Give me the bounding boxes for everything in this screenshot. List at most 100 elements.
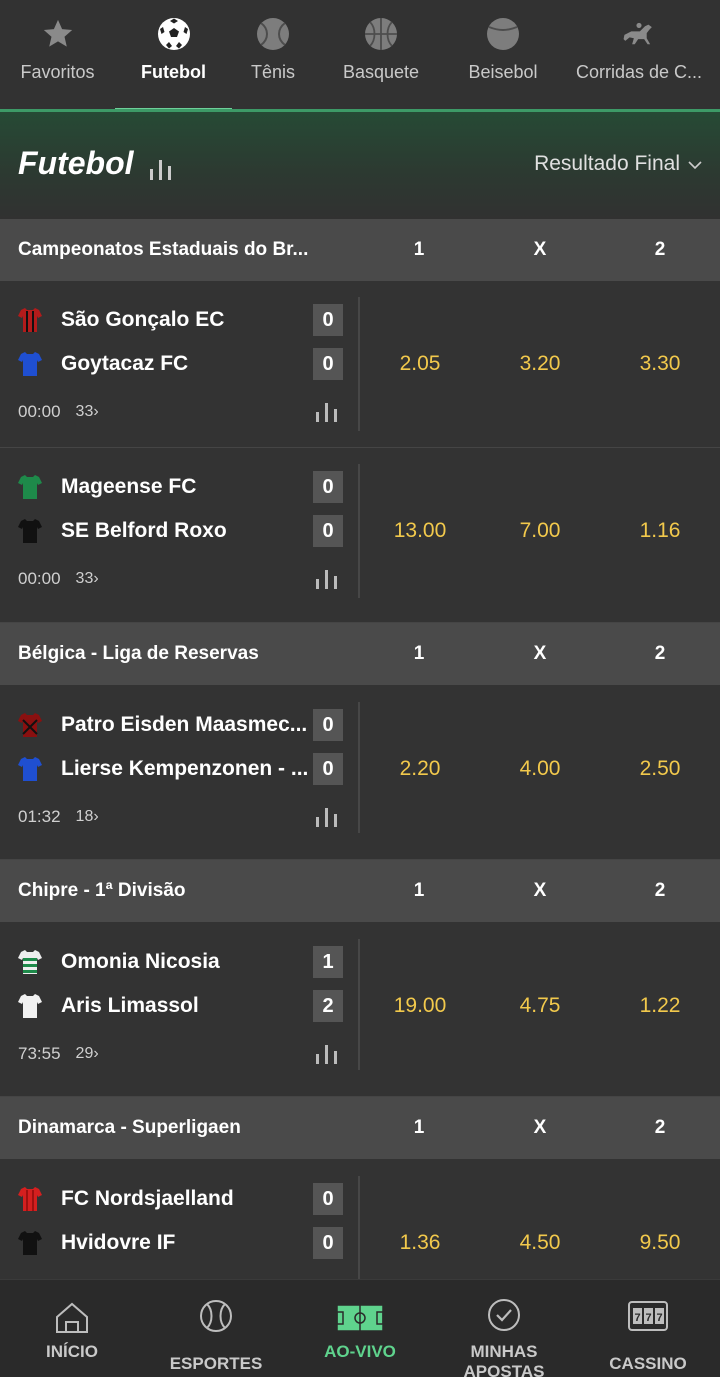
odd-away[interactable]: 2.50 xyxy=(605,757,715,781)
team-name: Omonia Nicosia xyxy=(61,950,220,973)
match-row[interactable]: São Gonçalo EC 0 Goytacaz FC 0 00:00 33›… xyxy=(0,281,720,448)
nav-inicio[interactable]: INÍCIO xyxy=(0,1280,144,1377)
team-name: Mageense FC xyxy=(61,475,197,498)
divider xyxy=(358,1176,360,1279)
home-team: Omonia Nicosia xyxy=(18,946,311,978)
tab-corridas[interactable]: Corridas de C... xyxy=(558,0,720,112)
match-time: 00:00 xyxy=(18,402,61,421)
more-markets-link[interactable]: 29› xyxy=(76,1045,99,1063)
stats-icon[interactable] xyxy=(316,569,338,594)
league-name: Campeonatos Estaduais do Br... xyxy=(18,239,309,260)
odd-draw[interactable]: 7.00 xyxy=(485,519,595,543)
stats-icon[interactable] xyxy=(316,402,338,427)
tab-label: Beisebol xyxy=(468,62,538,82)
odd-draw[interactable]: 4.75 xyxy=(485,994,595,1018)
star-icon xyxy=(40,16,76,52)
stats-icon[interactable] xyxy=(316,1044,338,1069)
match-row[interactable]: Omonia Nicosia 1 Aris Limassol 2 73:55 2… xyxy=(0,922,720,1097)
divider xyxy=(358,702,360,833)
bottom-nav: INÍCIO ESPORTES AO-VIVO MINHAS APOSTAS 77… xyxy=(0,1279,720,1377)
live-pitch-icon xyxy=(336,1300,384,1336)
team-name: SE Belford Roxo xyxy=(61,519,227,542)
odd-home[interactable]: 2.20 xyxy=(365,757,475,781)
match-row[interactable]: Patro Eisden Maasmec... 0 Lierse Kempenz… xyxy=(0,685,720,860)
nav-label: INÍCIO xyxy=(46,1342,98,1361)
stats-icon[interactable] xyxy=(149,158,173,185)
league-header[interactable]: Campeonatos Estaduais do Br... 1 X 2 xyxy=(0,219,720,281)
team-name: Hvidovre IF xyxy=(61,1231,176,1254)
divider xyxy=(358,297,360,431)
away-team: Hvidovre IF xyxy=(18,1227,311,1259)
basketball-icon xyxy=(363,16,399,52)
nav-esportes[interactable]: ESPORTES xyxy=(144,1280,288,1377)
market-select[interactable]: Resultado Final xyxy=(534,152,702,176)
nav-label: ESPORTES xyxy=(169,1354,263,1373)
horse-racing-icon xyxy=(621,16,657,52)
odd-home[interactable]: 13.00 xyxy=(365,519,475,543)
more-markets-link[interactable]: 33› xyxy=(76,403,99,421)
league-name: Chipre - 1ª Divisão xyxy=(18,880,186,901)
odd-home[interactable]: 19.00 xyxy=(365,994,475,1018)
shirt-icon xyxy=(18,474,42,500)
col-home: 1 xyxy=(413,239,425,260)
league-header[interactable]: Chipre - 1ª Divisão 1 X 2 xyxy=(0,860,720,922)
col-draw: X xyxy=(533,239,547,260)
odd-draw[interactable]: 4.50 xyxy=(485,1231,595,1255)
home-team: São Gonçalo EC xyxy=(18,304,311,336)
odd-away[interactable]: 9.50 xyxy=(605,1231,715,1255)
tab-futebol[interactable]: Futebol xyxy=(115,0,232,112)
more-markets-link[interactable]: 33› xyxy=(76,570,99,588)
match-meta: 00:00 33› xyxy=(18,402,99,422)
col-home: 1 xyxy=(413,1117,425,1138)
away-score: 2 xyxy=(313,990,343,1022)
tab-label: Basquete xyxy=(342,62,420,82)
league-header[interactable]: Bélgica - Liga de Reservas 1 X 2 xyxy=(0,623,720,685)
nav-ao-vivo[interactable]: AO-VIVO xyxy=(288,1280,432,1377)
svg-text:7: 7 xyxy=(645,1312,651,1324)
league-name: Bélgica - Liga de Reservas xyxy=(18,643,259,664)
soccer-ball-icon xyxy=(156,16,192,52)
odd-home[interactable]: 2.05 xyxy=(365,352,475,376)
tab-tenis[interactable]: Tênis xyxy=(232,0,314,112)
away-team: Aris Limassol xyxy=(18,990,311,1022)
match-meta: 00:00 33› xyxy=(18,569,99,589)
team-name: FC Nordsjaelland xyxy=(61,1187,234,1210)
col-away: 2 xyxy=(654,643,666,664)
odd-away[interactable]: 1.22 xyxy=(605,994,715,1018)
shirt-icon xyxy=(18,993,42,1019)
stats-icon[interactable] xyxy=(316,807,338,832)
tab-favoritos[interactable]: Favoritos xyxy=(0,0,115,112)
odd-away[interactable]: 1.16 xyxy=(605,519,715,543)
home-team: FC Nordsjaelland xyxy=(18,1183,311,1215)
odd-home[interactable]: 1.36 xyxy=(365,1231,475,1255)
odd-away[interactable]: 3.30 xyxy=(605,352,715,376)
home-score: 0 xyxy=(313,304,343,336)
nav-cassino[interactable]: 777 CASSINO xyxy=(576,1280,720,1377)
away-team: Goytacaz FC xyxy=(18,348,311,380)
away-team: SE Belford Roxo xyxy=(18,515,311,547)
col-draw: X xyxy=(533,880,547,901)
page-title: Futebol xyxy=(18,145,134,181)
shirt-icon xyxy=(18,351,42,377)
page-header: Futebol Resultado Final xyxy=(0,112,720,219)
more-markets-link[interactable]: 18› xyxy=(76,808,99,826)
match-row[interactable]: FC Nordsjaelland 0 Hvidovre IF 0 1.36 4.… xyxy=(0,1159,720,1279)
tab-beisebol[interactable]: Beisebol xyxy=(448,0,558,112)
home-score: 0 xyxy=(313,471,343,503)
home-team: Patro Eisden Maasmec... xyxy=(18,709,311,741)
team-name: Goytacaz FC xyxy=(61,352,189,375)
sports-nav: Favoritos Futebol Tênis Basquete Beisebo… xyxy=(0,0,720,112)
league-header[interactable]: Dinamarca - Superligaen 1 X 2 xyxy=(0,1097,720,1159)
tennis-ball-icon xyxy=(255,16,291,52)
match-row[interactable]: Mageense FC 0 SE Belford Roxo 0 00:00 33… xyxy=(0,448,720,623)
odd-draw[interactable]: 4.00 xyxy=(485,757,595,781)
team-name: Aris Limassol xyxy=(61,994,199,1017)
home-icon xyxy=(54,1300,90,1336)
nav-label: AO-VIVO xyxy=(324,1342,396,1361)
market-select-label: Resultado Final xyxy=(534,152,680,175)
tab-basquete[interactable]: Basquete xyxy=(314,0,448,112)
odd-draw[interactable]: 3.20 xyxy=(485,352,595,376)
away-score: 0 xyxy=(313,753,343,785)
match-time: 73:55 xyxy=(18,1044,61,1063)
nav-minhas-apostas[interactable]: MINHAS APOSTAS xyxy=(432,1280,576,1377)
